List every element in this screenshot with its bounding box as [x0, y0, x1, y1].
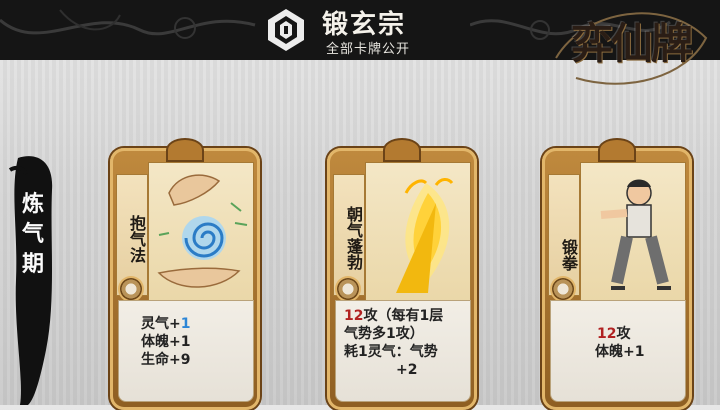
card-description: 灵气+1 体魄+1 生命+9 [118, 300, 254, 402]
desc-line-3: 生命+9 [141, 352, 191, 368]
realm-indicator: 炼气期 [6, 150, 60, 405]
desc-line-1: 12攻 [597, 326, 631, 342]
card-description: 12攻（每有1层 气势多1攻） 耗1灵气：气势 +2 [335, 300, 471, 402]
card-zhaoqipengbo[interactable]: 朝气蓬勃 12攻（每有1层 气势多1攻） 耗1灵气：气势 +2 [327, 140, 477, 410]
card-name: 抱气法 [127, 215, 146, 263]
game-logo-text: 弈仙牌 [570, 19, 693, 68]
card-top-ornament [168, 140, 202, 160]
card-top-ornament [600, 140, 634, 160]
game-logo: 弈仙牌 [555, 10, 708, 90]
card-duanquan[interactable]: 锻拳 12攻 体魄+1 [542, 140, 692, 410]
card-art [148, 162, 254, 304]
card-gem-icon [337, 278, 359, 300]
martial-artist-punch-icon [600, 179, 671, 290]
desc-line-3: 耗1灵气：气势 [344, 344, 438, 360]
desc-line-4: +2 [396, 362, 418, 378]
sect-subtitle: 全部卡牌公开 [326, 42, 411, 57]
card-gem-icon [120, 278, 142, 300]
card-description: 12攻 体魄+1 [550, 300, 686, 402]
card-top-ornament [385, 140, 419, 160]
desc-line-2: 体魄+1 [595, 344, 645, 360]
spiral-qi-hands-icon [157, 174, 248, 288]
card-name: 朝气蓬勃 [344, 206, 363, 270]
sect-name: 锻玄宗 [322, 10, 407, 40]
cloud-swirl-left-icon [0, 9, 256, 39]
golden-flame-icon [396, 178, 454, 293]
desc-line-1: 灵气+1 [141, 316, 191, 332]
desc-line-2: 气势多1攻） [344, 326, 424, 342]
desc-line-1: 12攻（每有1层 [344, 308, 444, 324]
card-art [580, 162, 686, 304]
card-baoqifa[interactable]: 抱气法 灵气+1 体魄+1 生命+9 [110, 140, 260, 410]
sect-emblem-icon [268, 9, 304, 51]
realm-label: 炼气期 [21, 192, 44, 277]
card-art [365, 162, 471, 304]
desc-line-2: 体魄+1 [141, 334, 191, 350]
card-gem-icon [552, 278, 574, 300]
